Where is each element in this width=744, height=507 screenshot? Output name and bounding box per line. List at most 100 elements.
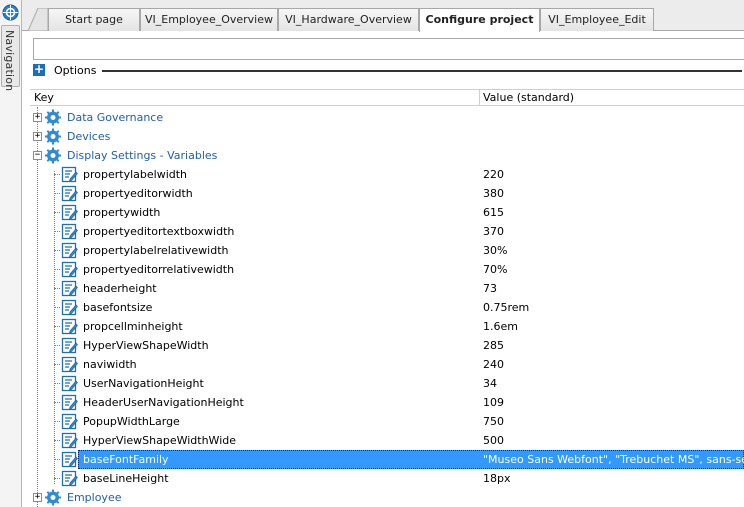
variable-row[interactable]: propertylabelrelativewidth 30% xyxy=(30,241,744,260)
variable-value[interactable]: 380 xyxy=(483,187,504,200)
variable-row[interactable]: HeaderUserNavigationHeight 109 xyxy=(30,393,744,412)
variable-key: propertyeditortextboxwidth xyxy=(83,225,235,238)
edit-document-icon xyxy=(61,470,78,487)
options-tree: + Data Governance + Devices − Display Se… xyxy=(30,107,744,507)
variable-row[interactable]: basefontsize 0.75rem xyxy=(30,298,744,317)
tree-connector xyxy=(54,288,60,289)
column-key-header[interactable]: Key xyxy=(34,91,54,104)
variable-value[interactable]: 615 xyxy=(483,206,504,219)
variable-row[interactable]: propertylabelwidth 220 xyxy=(30,165,744,184)
variable-value[interactable]: 30% xyxy=(483,244,507,257)
tree-connector xyxy=(54,345,60,346)
edit-document-icon xyxy=(61,432,78,449)
variable-value[interactable]: 70% xyxy=(483,263,507,276)
edit-document-icon xyxy=(61,318,78,335)
variable-row[interactable]: UserNavigationHeight 34 xyxy=(30,374,744,393)
variable-row[interactable]: naviwidth 240 xyxy=(30,355,744,374)
variable-value[interactable]: 109 xyxy=(483,396,504,409)
variable-key: basefontsize xyxy=(83,301,153,314)
variable-row[interactable]: PopupWidthLarge 750 xyxy=(30,412,744,431)
tree-category-label: Devices xyxy=(67,130,111,143)
expand-toggle-icon[interactable]: + xyxy=(33,132,42,141)
navigation-panel: Navigation xyxy=(0,0,22,507)
variable-row[interactable]: baseLineHeight 18px xyxy=(30,469,744,488)
variable-value[interactable]: 0.75rem xyxy=(483,301,529,314)
variable-key: UserNavigationHeight xyxy=(83,377,204,390)
settings-category-icon xyxy=(45,147,61,164)
variable-row[interactable]: baseFontFamily "Museo Sans Webfont", "Tre… xyxy=(30,450,744,469)
column-header: Key Value (standard) xyxy=(30,89,744,106)
expand-toggle-icon[interactable]: + xyxy=(33,113,42,122)
variable-value[interactable]: 1.6em xyxy=(483,320,518,333)
tree-connector xyxy=(54,212,60,213)
tree-category-employee[interactable]: + Employee xyxy=(30,488,744,507)
variable-row[interactable]: propertywidth 615 xyxy=(30,203,744,222)
variable-key: HeaderUserNavigationHeight xyxy=(83,396,244,409)
variable-key: propertywidth xyxy=(83,206,161,219)
column-separator[interactable] xyxy=(479,90,480,106)
variable-value[interactable]: "Museo Sans Webfont", "Trebuchet MS", sa… xyxy=(483,453,744,466)
column-value-header[interactable]: Value (standard) xyxy=(483,91,574,104)
tree-connector xyxy=(54,231,60,232)
collapse-toggle-icon[interactable]: − xyxy=(33,151,42,160)
tab-vi-hardware-overview[interactable]: VI_Hardware_Overview xyxy=(278,8,419,31)
edit-document-icon xyxy=(61,242,78,259)
navigation-tab-label: Navigation xyxy=(3,30,16,92)
tree-connector xyxy=(54,421,60,422)
tree-category-data-governance[interactable]: + Data Governance xyxy=(30,108,744,127)
settings-category-icon xyxy=(45,489,61,506)
variable-value[interactable]: 370 xyxy=(483,225,504,238)
variable-key: propcellminheight xyxy=(83,320,183,333)
variable-key: propertylabelwidth xyxy=(83,168,188,181)
tree-category-label: Data Governance xyxy=(67,111,164,124)
variable-value[interactable]: 18px xyxy=(483,472,511,485)
edit-document-icon xyxy=(61,451,78,468)
variable-row[interactable]: propertyeditorwidth 380 xyxy=(30,184,744,203)
variable-value[interactable]: 73 xyxy=(483,282,497,295)
variable-value[interactable]: 285 xyxy=(483,339,504,352)
filter-input[interactable] xyxy=(33,38,744,60)
variable-value[interactable]: 220 xyxy=(483,168,504,181)
navigation-globe-icon[interactable] xyxy=(2,4,19,21)
options-divider xyxy=(102,70,742,72)
tree-category-display-settings[interactable]: − Display Settings - Variables xyxy=(30,146,744,165)
options-label: Options xyxy=(54,64,97,77)
tab-bar-lead xyxy=(27,7,49,32)
tree-connector xyxy=(54,459,60,460)
expand-options-icon[interactable]: + xyxy=(33,63,45,76)
tree-category-label: Employee xyxy=(67,491,122,504)
tree-category-devices[interactable]: + Devices xyxy=(30,127,744,146)
variable-row[interactable]: HyperViewShapeWidth 285 xyxy=(30,336,744,355)
variable-row[interactable]: propcellminheight 1.6em xyxy=(30,317,744,336)
variable-value[interactable]: 750 xyxy=(483,415,504,428)
variable-key: propertyeditorrelativewidth xyxy=(83,263,235,276)
tab-vi-employee-overview[interactable]: VI_Employee_Overview xyxy=(140,8,278,31)
tree-connector xyxy=(54,383,60,384)
tree-connector xyxy=(54,364,60,365)
tab-configure-project[interactable]: Configure project xyxy=(419,8,540,32)
tab-vi-employee-edit[interactable]: VI_Employee_Edit xyxy=(540,8,654,31)
variable-key: naviwidth xyxy=(83,358,137,371)
variable-row[interactable]: HyperViewShapeWidthWide 500 xyxy=(30,431,744,450)
variable-row[interactable]: propertyeditortextboxwidth 370 xyxy=(30,222,744,241)
edit-document-icon xyxy=(61,166,78,183)
variable-row[interactable]: headerheight 73 xyxy=(30,279,744,298)
variable-key: HyperViewShapeWidthWide xyxy=(83,434,237,447)
edit-document-icon xyxy=(61,413,78,430)
edit-document-icon xyxy=(61,280,78,297)
variable-row[interactable]: propertyeditorrelativewidth 70% xyxy=(30,260,744,279)
variable-key: baseLineHeight xyxy=(83,472,169,485)
edit-document-icon xyxy=(61,375,78,392)
variable-value[interactable]: 34 xyxy=(483,377,497,390)
variable-value[interactable]: 500 xyxy=(483,434,504,447)
variable-key: HyperViewShapeWidth xyxy=(83,339,209,352)
variable-value[interactable]: 240 xyxy=(483,358,504,371)
tab-start-page[interactable]: Start page xyxy=(48,8,140,31)
edit-document-icon xyxy=(61,356,78,373)
expand-toggle-icon[interactable]: + xyxy=(33,493,42,502)
tree-connector xyxy=(54,402,60,403)
tree-category-label: Display Settings - Variables xyxy=(67,149,218,162)
tree-connector xyxy=(54,193,60,194)
settings-category-icon xyxy=(45,109,61,126)
settings-category-icon xyxy=(45,128,61,145)
